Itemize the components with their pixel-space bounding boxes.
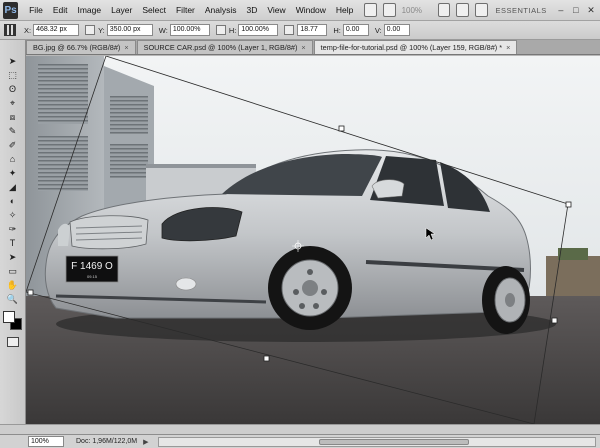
menu-filter[interactable]: Filter [171,0,200,21]
license-plate-sub: 09.15 [87,274,98,279]
minimize-icon[interactable]: – [555,3,567,17]
width-label: W: [158,25,168,35]
options-bar: X: 468.32 px Y: 350.00 px W: 100.00% H: … [0,21,600,40]
clone-stamp-tool-icon[interactable]: ✦ [5,167,21,179]
height-label: H: [228,25,237,35]
y-position-field[interactable]: 350.00 px [106,24,153,36]
marquee-tool-icon[interactable]: ⬚ [5,69,21,81]
horizontal-skew-label: H: [333,25,341,35]
tab-close-icon[interactable]: × [124,43,128,52]
crop-tool-icon[interactable]: ⧈ [5,111,21,123]
horizontal-scrollbar[interactable] [158,436,596,447]
reference-point-icon[interactable] [4,24,16,36]
foreground-color-swatch[interactable] [2,311,15,323]
arrange-documents-icon[interactable] [456,3,469,17]
building-vent [38,64,88,124]
status-bar: 100% Doc: 1,96M/122,0M ▶ [0,434,600,448]
shape-tool-icon[interactable]: ▭ [5,265,21,277]
x-position-field[interactable]: 468.32 px [33,24,80,36]
canvas-artwork: F 1469 O 09.15 [26,56,600,424]
photoshop-logo: Ps [3,1,19,19]
car-side-mirror [371,179,405,199]
menu-help[interactable]: Help [331,0,358,21]
transform-handle-bottom-left[interactable] [27,289,34,296]
tab-source-car[interactable]: SOURCE CAR.psd @ 100% (Layer 1, RGB/8#) × [136,40,313,54]
tab-close-icon[interactable]: × [301,43,305,52]
y-label: Y: [98,25,105,35]
relative-position-icon[interactable] [85,25,96,35]
eyedropper-tool-icon[interactable]: ✎ [5,125,21,137]
hand-tool-icon[interactable] [437,3,451,17]
pen-tool-icon[interactable]: ✑ [5,223,21,235]
gradient-tool-icon[interactable]: ✧ [5,209,21,221]
tab-label: SOURCE CAR.psd @ 100% (Layer 1, RGB/8#) [143,43,298,52]
hand-tool-icon[interactable]: ✋ [5,279,21,291]
menu-image[interactable]: Image [72,0,106,21]
screen-mode-icon[interactable] [474,3,488,17]
license-plate-number: F 1469 O [71,261,113,272]
menu-file[interactable]: File [24,0,48,21]
height-field[interactable]: 100.00% [238,24,279,36]
distant-trees [558,248,588,260]
color-swatches[interactable] [2,311,23,331]
front-wheel [268,246,352,330]
maximize-icon[interactable]: □ [570,3,582,17]
workspace-switcher[interactable]: ESSENTIALS [488,6,555,15]
rotate-angle-icon [284,25,295,35]
horizontal-skew-field[interactable]: 0.00 [342,24,369,36]
fog-lamp [175,277,197,291]
building-vent [110,96,148,134]
healing-brush-tool-icon[interactable]: ✐ [5,139,21,151]
move-tool-icon[interactable]: ➤ [5,55,21,67]
transform-handle-right[interactable] [551,317,558,324]
rotate-angle-field[interactable]: 18.77 [297,24,328,36]
menu-bar: Ps File Edit Image Layer Select Filter A… [0,0,600,21]
status-menu-arrow-icon[interactable]: ▶ [143,438,148,446]
path-selection-tool-icon[interactable]: ➤ [5,251,21,263]
carport-edge [146,164,256,168]
type-tool-icon[interactable]: T [5,237,21,249]
history-brush-tool-icon[interactable]: ◢ [5,181,21,193]
close-icon[interactable]: ✕ [585,3,597,17]
transform-handle-top-right[interactable] [565,201,572,208]
tools-panel: ➤ ⬚ ʘ ⌖ ⧈ ✎ ✐ ⌂ ✦ ◢ ◐ ✧ ✑ T ➤ ▭ ✋ 🔍 [0,40,26,424]
rear-wheel [482,266,530,334]
eraser-tool-icon[interactable]: ◐ [5,195,21,207]
document-size-info: Doc: 1,96M/122,0M [76,438,138,445]
canvas-bottom-edge [0,424,600,434]
zoom-tool-icon[interactable]: 🔍 [5,293,21,305]
lasso-tool-icon[interactable]: ʘ [5,83,21,95]
menu-view[interactable]: View [262,0,290,21]
menu-edit[interactable]: Edit [48,0,73,21]
menu-analysis[interactable]: Analysis [200,0,242,21]
tab-close-icon[interactable]: × [506,43,510,52]
distant-houses [546,256,600,296]
menu-window[interactable]: Window [291,0,331,21]
quick-mask-icon[interactable] [6,337,19,347]
menu-layer[interactable]: Layer [106,0,137,21]
zoom-level-field[interactable]: 100% [28,436,64,447]
building-vent [110,144,148,178]
view-extras-icon[interactable] [382,3,396,17]
link-icon[interactable] [215,25,226,35]
transform-handle-bottom[interactable] [263,355,270,362]
quick-selection-tool-icon[interactable]: ⌖ [5,97,21,109]
width-field[interactable]: 100.00% [169,24,210,36]
menu-select[interactable]: Select [137,0,171,21]
vertical-skew-field[interactable]: 0.00 [383,24,410,36]
scrollbar-thumb[interactable] [319,438,470,445]
tab-label: temp-file-for-tutorial.psd @ 100% (Layer… [320,43,503,52]
brush-tool-icon[interactable]: ⌂ [5,153,21,165]
document-tab-bar: BG.jpg @ 66.7% (RGB/8#) × SOURCE CAR.psd … [26,40,600,55]
launch-bridge-icon[interactable] [364,3,377,17]
tab-temp-file[interactable]: temp-file-for-tutorial.psd @ 100% (Layer… [313,40,518,54]
document-canvas[interactable]: F 1469 O 09.15 [26,56,600,424]
zoom-level-select[interactable]: 100% [402,6,432,15]
x-label: X: [24,25,32,35]
tab-label: BG.jpg @ 66.7% (RGB/8#) [33,43,121,52]
menu-3d[interactable]: 3D [242,0,263,21]
vertical-skew-label: V: [374,25,382,35]
transform-handle-top[interactable] [338,125,345,132]
tab-bg-jpg[interactable]: BG.jpg @ 66.7% (RGB/8#) × [26,40,136,54]
